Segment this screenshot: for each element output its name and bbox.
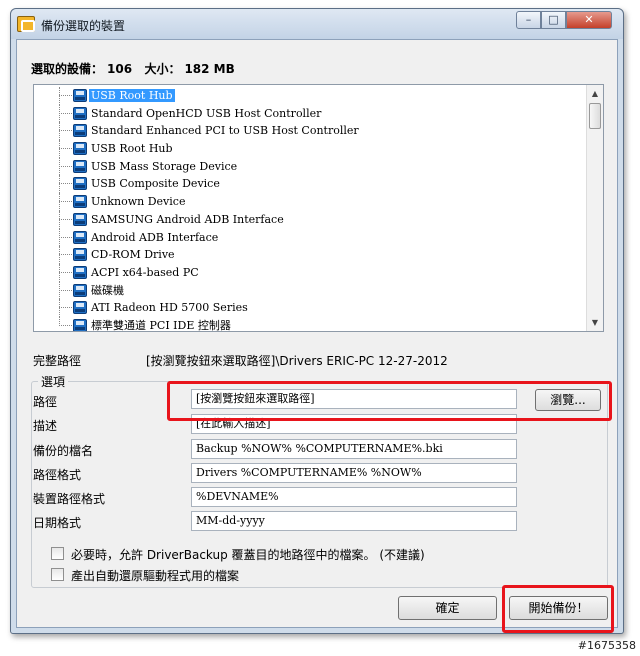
tree-item-label: Android ADB Interface: [91, 230, 219, 244]
tree-branch-line: [59, 201, 72, 203]
tree-branch-line: [59, 148, 72, 150]
filename-label: 備份的檔名: [33, 444, 94, 458]
options-group-title: 選項: [38, 373, 69, 390]
tree-item-label: Unknown Device: [91, 195, 186, 209]
tree-item-label: CD-ROM Drive: [91, 248, 175, 262]
path-format-label: 路徑格式: [33, 468, 82, 482]
tree-branch-line: [59, 236, 72, 238]
app-icon: [17, 16, 35, 32]
tree-item[interactable]: USB Composite Device: [34, 175, 586, 194]
device-tree[interactable]: USB Root Hub Standard OpenHCD USB Host Co…: [33, 84, 604, 332]
ok-button[interactable]: 確定: [398, 596, 497, 620]
tree-branch-line: [59, 324, 72, 326]
tree-item-label: USB Mass Storage Device: [91, 159, 238, 173]
tree-item-label: ATI Radeon HD 5700 Series: [91, 301, 248, 315]
description-label: 描述: [33, 419, 58, 433]
path-label: 路徑: [33, 395, 58, 409]
close-button[interactable]: ✕: [566, 11, 612, 29]
tree-branch-line: [59, 95, 72, 96]
device-tree-items: USB Root Hub Standard OpenHCD USB Host Co…: [34, 87, 586, 332]
tree-item[interactable]: USB Mass Storage Device: [34, 157, 586, 176]
tree-item[interactable]: 標準雙通道 PCI IDE 控制器: [34, 316, 586, 332]
filename-field[interactable]: Backup %NOW% %COMPUTERNAME%.bki: [191, 439, 517, 459]
tree-item-label: 標準雙通道 PCI IDE 控制器: [91, 318, 231, 332]
tree-item[interactable]: 磁碟機: [34, 281, 586, 300]
tree-item-label: 磁碟機: [91, 283, 124, 297]
tree-item-label: Standard Enhanced PCI to USB Host Contro…: [91, 124, 359, 138]
device-icon: [73, 124, 87, 138]
device-icon: [73, 142, 87, 156]
start-button-highlight-box: [502, 585, 614, 633]
tree-branch-line: [59, 307, 72, 309]
backup-dialog: 備份選取的裝置 – □ ✕ 選取的設備： 106 大小： 182 MB USB Ro…: [10, 8, 624, 634]
tree-item[interactable]: CD-ROM Drive: [34, 246, 586, 264]
device-icon: [73, 106, 87, 120]
device-icon: [73, 301, 87, 315]
device-icon: [73, 177, 87, 191]
device-icon: [73, 283, 87, 297]
date-format-label: 日期格式: [33, 516, 82, 530]
tree-item[interactable]: USB Root Hub: [34, 140, 586, 158]
tree-branch-line: [59, 165, 72, 167]
tree-branch-line: [59, 254, 72, 256]
auto-restore-checkbox[interactable]: [51, 568, 64, 581]
tree-item[interactable]: Unknown Device: [34, 193, 586, 211]
path-format-field[interactable]: Drivers %COMPUTERNAME% %NOW%: [191, 463, 517, 483]
tree-branch-line: [59, 289, 72, 291]
selection-summary: 選取的設備： 106 大小： 182 MB: [31, 60, 239, 77]
tree-item[interactable]: Standard Enhanced PCI to USB Host Contro…: [34, 122, 586, 141]
auto-restore-checkbox-label: 產出自動還原驅動程式用的檔案: [71, 569, 240, 583]
device-icon: [73, 318, 87, 331]
tree-item-label: ACPI x64-based PC: [91, 265, 199, 279]
device-icon: [73, 230, 87, 244]
tree-item[interactable]: Standard OpenHCD USB Host Controller: [34, 104, 586, 123]
tree-item-label: USB Composite Device: [91, 177, 220, 191]
tree-scrollbar[interactable]: ▲ ▼: [586, 85, 603, 331]
scroll-up-arrow-icon[interactable]: ▲: [587, 85, 603, 102]
device-icon: [73, 159, 87, 173]
maximize-button[interactable]: □: [541, 11, 566, 29]
tree-item[interactable]: Android ADB Interface: [34, 228, 586, 247]
tree-item-label: SAMSUNG Android ADB Interface: [91, 212, 284, 226]
title-bar[interactable]: 備份選取的裝置 – □ ✕: [11, 9, 623, 39]
tree-item[interactable]: USB Root Hub: [34, 87, 586, 105]
device-path-format-field[interactable]: %DEVNAME%: [191, 487, 517, 507]
device-icon: [73, 195, 87, 209]
tree-branch-line: [59, 130, 72, 132]
selected-devices-count: 106: [107, 62, 133, 76]
selected-devices-label: 選取的設備：: [31, 62, 104, 76]
size-value: 182 MB: [184, 62, 235, 76]
overwrite-checkbox-label: 必要時，允許 DriverBackup 覆蓋目的地路徑中的檔案。 (不建議): [71, 548, 425, 562]
window-title: 備份選取的裝置: [41, 19, 126, 33]
tree-branch-line: [59, 218, 72, 220]
device-icon: [73, 248, 87, 262]
date-format-field[interactable]: MM-dd-yyyy: [191, 511, 517, 531]
tree-item[interactable]: ACPI x64-based PC: [34, 263, 586, 282]
tree-item-label: Standard OpenHCD USB Host Controller: [91, 106, 322, 120]
tree-item-label: USB Root Hub: [91, 142, 173, 156]
full-path-value: [按瀏覽按鈕來選取路徑]\Drivers ERIC-PC 12-27-2012: [146, 354, 448, 368]
device-icon: [73, 89, 87, 102]
scroll-thumb[interactable]: [589, 103, 601, 129]
tree-item[interactable]: ATI Radeon HD 5700 Series: [34, 299, 586, 317]
minimize-button[interactable]: –: [516, 11, 541, 29]
device-icon: [73, 212, 87, 226]
size-label: 大小：: [144, 62, 181, 76]
overwrite-checkbox[interactable]: [51, 547, 64, 560]
device-icon: [73, 265, 87, 279]
tree-item-label: USB Root Hub: [89, 89, 175, 102]
tree-branch-line: [59, 183, 72, 185]
path-highlight-box: [167, 381, 612, 421]
tree-item[interactable]: SAMSUNG Android ADB Interface: [34, 210, 586, 229]
device-path-format-label: 裝置路徑格式: [33, 492, 106, 506]
full-path-label: 完整路徑: [33, 354, 82, 368]
watermark: #1675358: [577, 639, 636, 652]
scroll-down-arrow-icon[interactable]: ▼: [587, 314, 603, 331]
tree-branch-line: [59, 271, 72, 273]
tree-branch-line: [59, 112, 72, 114]
dialog-body: 選取的設備： 106 大小： 182 MB USB Root Hub Standard…: [16, 39, 618, 633]
